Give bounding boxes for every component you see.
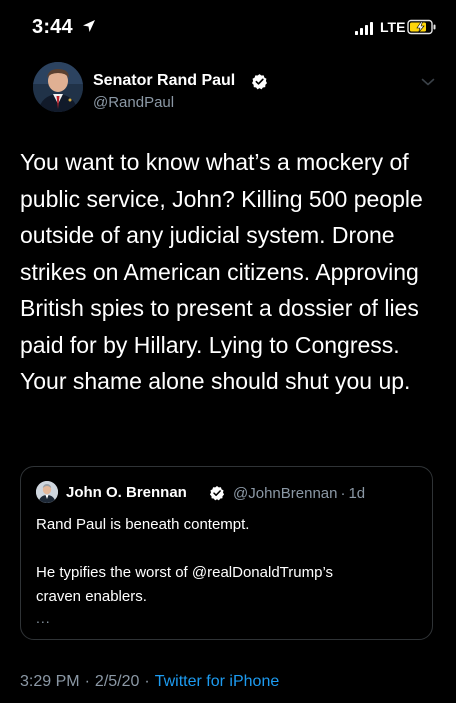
quoted-tweet-card[interactable]: John O. Brennan @JohnBrennan · 1d Rand Pau…	[20, 466, 433, 640]
tweet-text: You want to know what’s a mockery of pub…	[20, 149, 423, 394]
quoted-ellipsis: ...	[36, 610, 51, 626]
quoted-author-name[interactable]: John O. Brennan	[66, 484, 187, 501]
chevron-down-icon[interactable]	[421, 77, 435, 87]
author-display-name[interactable]: Senator Rand Paul	[93, 72, 235, 90]
author-handle[interactable]: @RandPaul	[93, 94, 174, 111]
tweet-screen: 3:44 LTE Senator Rand Paul @RandPaul You…	[0, 0, 456, 703]
network-label: LTE	[380, 19, 406, 35]
tweet-source-link[interactable]: Twitter for iPhone	[155, 673, 280, 690]
quoted-text-line: Rand Paul is beneath contempt.	[36, 516, 250, 533]
signal-bars-icon	[355, 22, 373, 35]
status-bar: 3:44 LTE	[0, 0, 456, 52]
quoted-author-avatar[interactable]	[36, 481, 58, 503]
quoted-verified-badge-icon	[209, 486, 225, 501]
quoted-author-portrait-icon	[36, 481, 58, 503]
quoted-author-handle[interactable]: @JohnBrennan	[233, 485, 337, 502]
author-portrait-icon	[33, 62, 83, 112]
quoted-age: 1d	[348, 485, 366, 502]
quoted-meta-separator: ·	[340, 485, 346, 502]
quoted-meta: @JohnBrennan · 1d	[233, 485, 365, 502]
tweet-date: 2/5/20	[94, 673, 140, 690]
location-arrow-icon	[83, 20, 95, 32]
quoted-text-line: He typifies the worst of @realDonaldTrum…	[36, 564, 334, 581]
tweet-meta: 3:29 PM · 2/5/20 · Twitter for iPhone	[20, 673, 279, 691]
author-avatar[interactable]	[33, 62, 83, 112]
tweet-time: 3:29 PM	[20, 673, 80, 690]
verified-badge-icon	[251, 74, 268, 90]
meta-separator: ·	[144, 673, 150, 690]
meta-separator: ·	[84, 673, 90, 690]
status-time: 3:44	[32, 16, 73, 38]
battery-charging-icon	[407, 19, 436, 35]
quoted-text-line: craven enablers.	[36, 588, 147, 605]
